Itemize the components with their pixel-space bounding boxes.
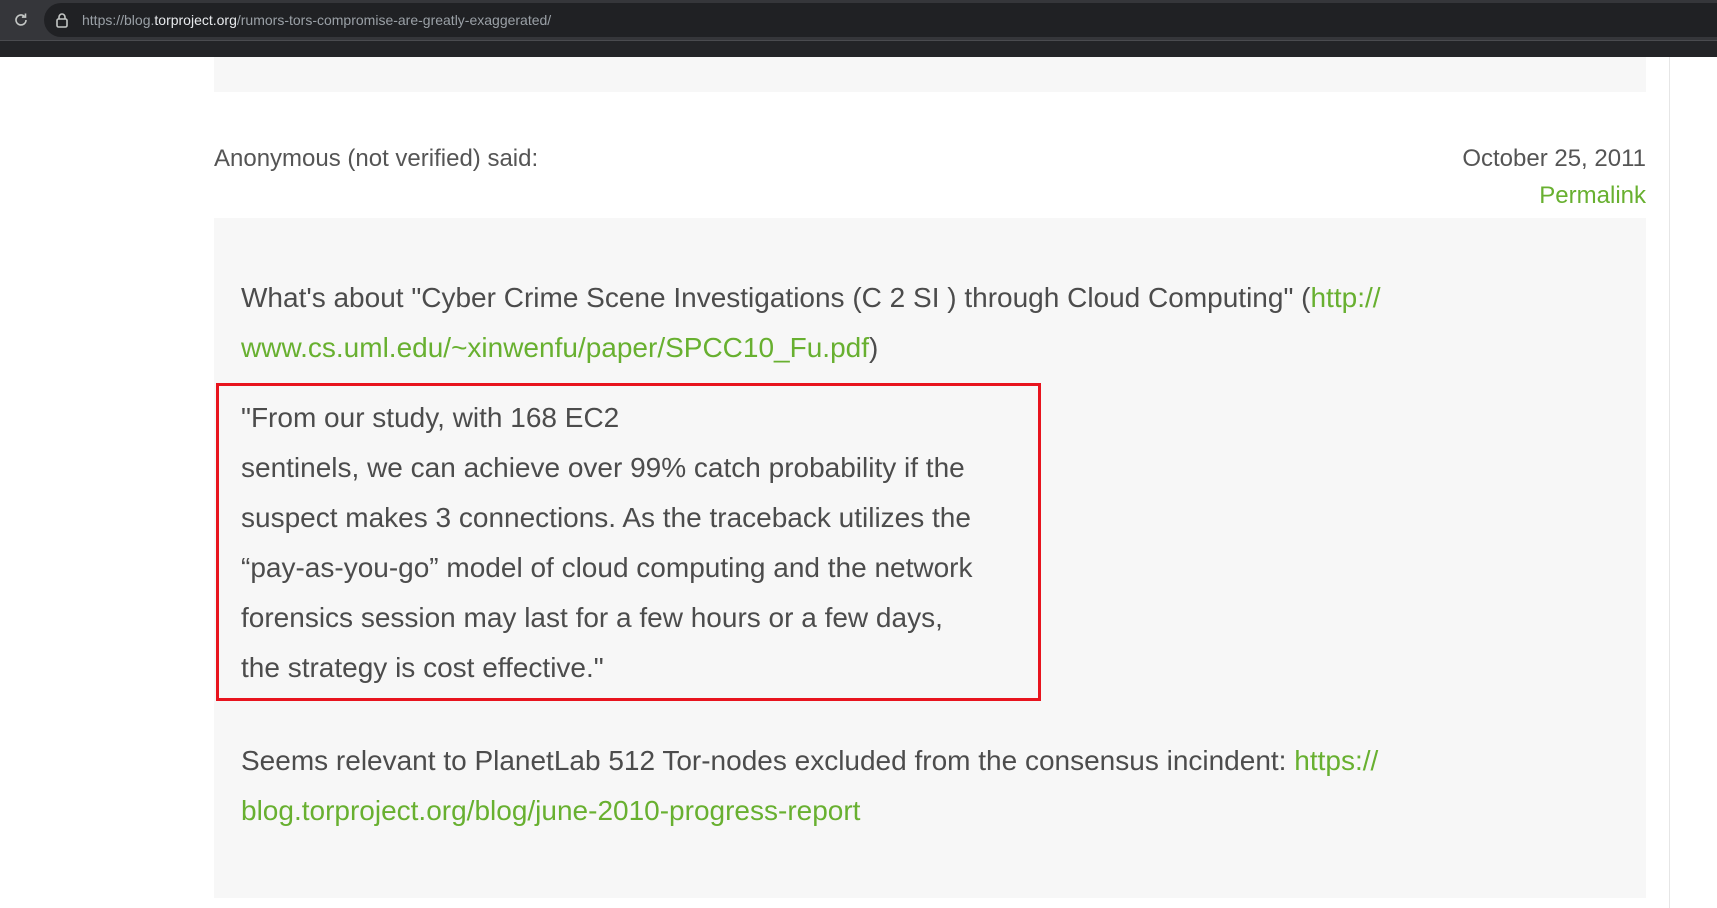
progress-report-link-continued[interactable]: blog.torproject.org/blog/june-2010-progr… [241,795,860,826]
comment-header: Anonymous (not verified) said: October 2… [214,145,1646,215]
page-content: Anonymous (not verified) said: October 2… [0,57,1717,908]
paper-link[interactable]: http:// [1310,282,1380,313]
comment-author: Anonymous (not verified) said: [214,145,539,172]
comment-paragraph-1: What's about "Cyber Crime Scene Investig… [241,282,1381,363]
url-text: https://blog.torproject.org/rumors-tors-… [82,12,552,28]
progress-report-link[interactable]: https:// [1294,745,1378,776]
quote-line: sentinels, we can achieve over 99% catch… [241,452,965,483]
quote-line: suspect makes 3 connections. As the trac… [241,502,971,533]
browser-toolbar: https://blog.torproject.org/rumors-tors-… [0,0,1717,40]
address-bar[interactable]: https://blog.torproject.org/rumors-tors-… [44,3,1717,37]
quote-line: “pay-as-you-go” model of cloud computing… [241,552,973,583]
quote-line: the strategy is cost effective." [241,652,604,683]
permalink-link[interactable]: Permalink [1539,182,1646,210]
previous-comment-body [214,57,1646,92]
paper-link-continued[interactable]: www.cs.uml.edu/~xinwenfu/paper/SPCC10_Fu… [241,332,869,363]
comment-date: October 25, 2011 [1462,145,1646,172]
content-divider [1669,57,1670,908]
quote-line: forensics session may last for a few hou… [241,602,943,633]
reload-icon[interactable] [10,9,32,31]
comment-body: What's about "Cyber Crime Scene Investig… [214,218,1646,898]
quoted-paragraph: "From our study, with 168 EC2 sentinels,… [241,393,1031,693]
quote-line: "From our study, with 168 EC2 [241,402,620,433]
browser-toolbar-bottom [0,40,1717,57]
lock-icon[interactable] [54,12,70,28]
comment-paragraph-3: Seems relevant to PlanetLab 512 Tor-node… [241,745,1379,826]
